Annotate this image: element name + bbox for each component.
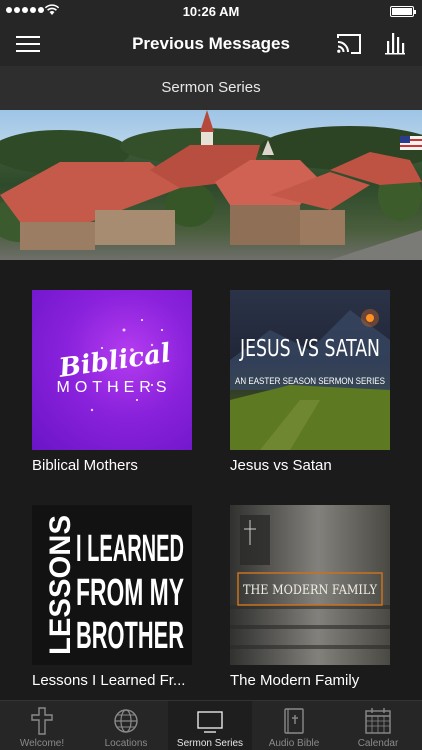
- battery-icon: [390, 6, 416, 17]
- tab-label: Welcome!: [19, 738, 65, 749]
- artwork-title: THE MODERN FAMILY: [243, 583, 377, 598]
- navigation-bar: Previous Messages: [0, 22, 422, 66]
- bible-icon: [284, 708, 304, 734]
- series-artwork-lessons-i-learned: LESSONS I LEARNED FROM MY BROTHER: [32, 505, 192, 665]
- tab-audio-bible[interactable]: Audio Bible: [252, 701, 336, 750]
- artwork-title-caps: MOTHERS: [57, 379, 172, 396]
- status-bar: 10:26 AM: [0, 0, 422, 22]
- artwork-cabin: THE MODERN FAMILY: [230, 505, 390, 665]
- artwork-line-1: I LEARNED: [76, 528, 184, 570]
- series-artwork-jesus-vs-satan: JESUS VS SATAN AN EASTER SEASON SERMON S…: [230, 290, 390, 450]
- series-card-modern-family[interactable]: THE MODERN FAMILY The Modern Family: [230, 505, 390, 689]
- cross-icon: [31, 707, 53, 735]
- cast-icon[interactable]: [336, 32, 362, 56]
- series-label: The Modern Family: [230, 672, 360, 689]
- church-banner-image: [0, 110, 422, 260]
- artwork-landscape: JESUS VS SATAN AN EASTER SEASON SERMON S…: [230, 309, 390, 450]
- artwork-title: JESUS VS SATAN: [238, 336, 380, 362]
- status-time: 10:26 AM: [182, 4, 240, 19]
- tv-icon: [197, 711, 223, 733]
- artwork-side-word: LESSONS: [44, 515, 77, 655]
- series-card-lessons-i-learned[interactable]: LESSONS I LEARNED FROM MY BROTHER Lesson…: [32, 505, 192, 689]
- series-card-biblical-mothers[interactable]: Biblical MOTHERS Biblical Mothers: [32, 290, 192, 474]
- section-title: Sermon Series: [161, 79, 261, 96]
- tab-label: Audio Bible: [268, 738, 320, 749]
- tab-sermon-series[interactable]: Sermon Series: [168, 701, 252, 750]
- church-illustration: [0, 110, 422, 260]
- tab-bar: Welcome! Locations Sermon Series Audio B…: [0, 700, 422, 750]
- series-card-jesus-vs-satan[interactable]: JESUS VS SATAN AN EASTER SEASON SERMON S…: [230, 290, 390, 474]
- tab-welcome[interactable]: Welcome!: [0, 701, 84, 750]
- artwork-typography: LESSONS I LEARNED FROM MY BROTHER: [44, 515, 184, 657]
- artwork-line-2: FROM MY: [76, 572, 184, 614]
- calendar-icon: [365, 708, 391, 734]
- artwork-line-3: BROTHER: [76, 615, 184, 657]
- series-label: Biblical Mothers: [32, 457, 138, 474]
- series-label: Jesus vs Satan: [230, 457, 332, 474]
- sparkle-decoration: Biblical MOTHERS: [56, 319, 173, 412]
- tab-calendar[interactable]: Calendar: [336, 701, 420, 750]
- artwork-subtitle: AN EASTER SEASON SERMON SERIES: [235, 376, 385, 386]
- series-artwork-biblical-mothers: Biblical MOTHERS: [32, 290, 192, 450]
- stats-icon[interactable]: [383, 31, 407, 55]
- artwork-title-script: Biblical: [56, 338, 173, 383]
- series-label: Lessons I Learned Fr...: [32, 672, 186, 689]
- tab-label: Sermon Series: [176, 738, 244, 749]
- tab-label: Calendar: [357, 738, 399, 749]
- series-artwork-modern-family: THE MODERN FAMILY: [230, 505, 390, 665]
- globe-icon: [114, 709, 138, 733]
- series-grid: Biblical MOTHERS Biblical Mothers JESUS …: [0, 260, 422, 700]
- tab-label: Locations: [104, 738, 148, 749]
- section-header: Sermon Series: [0, 66, 422, 110]
- tab-locations[interactable]: Locations: [84, 701, 168, 750]
